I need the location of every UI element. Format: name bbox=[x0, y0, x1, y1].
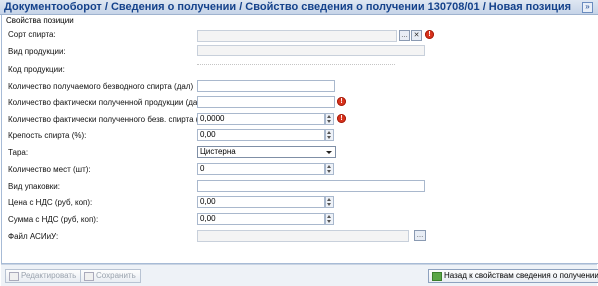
sum-input[interactable]: 0,00 bbox=[197, 213, 325, 225]
sum-label: Сумма с НДС (руб, коп): bbox=[8, 215, 99, 224]
save-button[interactable]: Сохранить bbox=[80, 269, 141, 283]
places-input[interactable]: 0 bbox=[197, 163, 325, 175]
title-bar: Документооборот / Сведения о получении /… bbox=[0, 0, 598, 15]
save-button-label: Сохранить bbox=[96, 271, 136, 280]
qty-received-label: Количество фактически полученной продукц… bbox=[8, 98, 207, 107]
spinner-arrows-icon[interactable] bbox=[325, 129, 334, 141]
container-select-value: Цистерна bbox=[200, 147, 236, 156]
spinner-arrows-icon[interactable] bbox=[325, 113, 334, 125]
error-icon: ! bbox=[337, 114, 346, 123]
back-button-label: Назад к свойствам сведения о получении bbox=[444, 271, 598, 280]
footer-toolbar: Редактировать Сохранить Назад к свойства… bbox=[1, 264, 598, 286]
file-browse-icon[interactable]: … bbox=[414, 230, 426, 241]
edit-icon bbox=[9, 272, 19, 281]
page-title: Документооборот / Сведения о получении /… bbox=[4, 1, 572, 13]
product-code-label: Код продукции: bbox=[8, 65, 65, 74]
file-label: Файл АСИиУ: bbox=[8, 232, 59, 241]
container-select[interactable]: Цистерна bbox=[197, 146, 336, 158]
edit-button-label: Редактировать bbox=[21, 271, 77, 280]
qty-received-anhydrous-input[interactable]: 0,0000 bbox=[197, 113, 325, 125]
places-label: Количество мест (шт): bbox=[8, 165, 91, 174]
spinner-arrows-icon[interactable] bbox=[325, 196, 334, 208]
product-code-field bbox=[197, 63, 395, 65]
clear-icon[interactable]: ✕ bbox=[411, 30, 422, 41]
packaging-input[interactable] bbox=[197, 180, 425, 192]
error-icon: ! bbox=[425, 30, 434, 39]
qty-received-anhydrous-label: Количество фактически полученного безв. … bbox=[8, 115, 218, 124]
section-title: Свойства позиции bbox=[6, 16, 74, 25]
save-icon bbox=[84, 272, 94, 281]
spinner-arrows-icon[interactable] bbox=[325, 213, 334, 225]
sort-label: Сорт спирта: bbox=[8, 30, 56, 39]
product-type-label: Вид продукции: bbox=[8, 47, 66, 56]
error-icon: ! bbox=[337, 97, 346, 106]
back-arrow-icon bbox=[432, 272, 442, 281]
qty-anhydrous-label: Количество получаемого безводного спирта… bbox=[8, 82, 194, 91]
strength-input[interactable]: 0,00 bbox=[197, 129, 325, 141]
packaging-label: Вид упаковки: bbox=[8, 182, 60, 191]
browse-icon[interactable]: … bbox=[399, 30, 410, 41]
edit-button[interactable]: Редактировать bbox=[5, 269, 82, 283]
strength-label: Крепость спирта (%): bbox=[8, 131, 87, 140]
qty-anhydrous-input[interactable] bbox=[197, 80, 335, 92]
file-field bbox=[197, 230, 409, 242]
qty-received-input[interactable] bbox=[197, 96, 335, 108]
sort-field[interactable] bbox=[197, 30, 397, 42]
price-label: Цена с НДС (руб, коп): bbox=[8, 198, 93, 207]
collapse-button[interactable]: » bbox=[582, 2, 593, 13]
container-label: Тара: bbox=[8, 148, 29, 157]
back-button[interactable]: Назад к свойствам сведения о получении bbox=[428, 269, 598, 283]
product-type-field bbox=[197, 45, 425, 56]
chevron-down-icon bbox=[326, 151, 332, 154]
price-input[interactable]: 0,00 bbox=[197, 196, 325, 208]
spinner-arrows-icon[interactable] bbox=[325, 163, 334, 175]
